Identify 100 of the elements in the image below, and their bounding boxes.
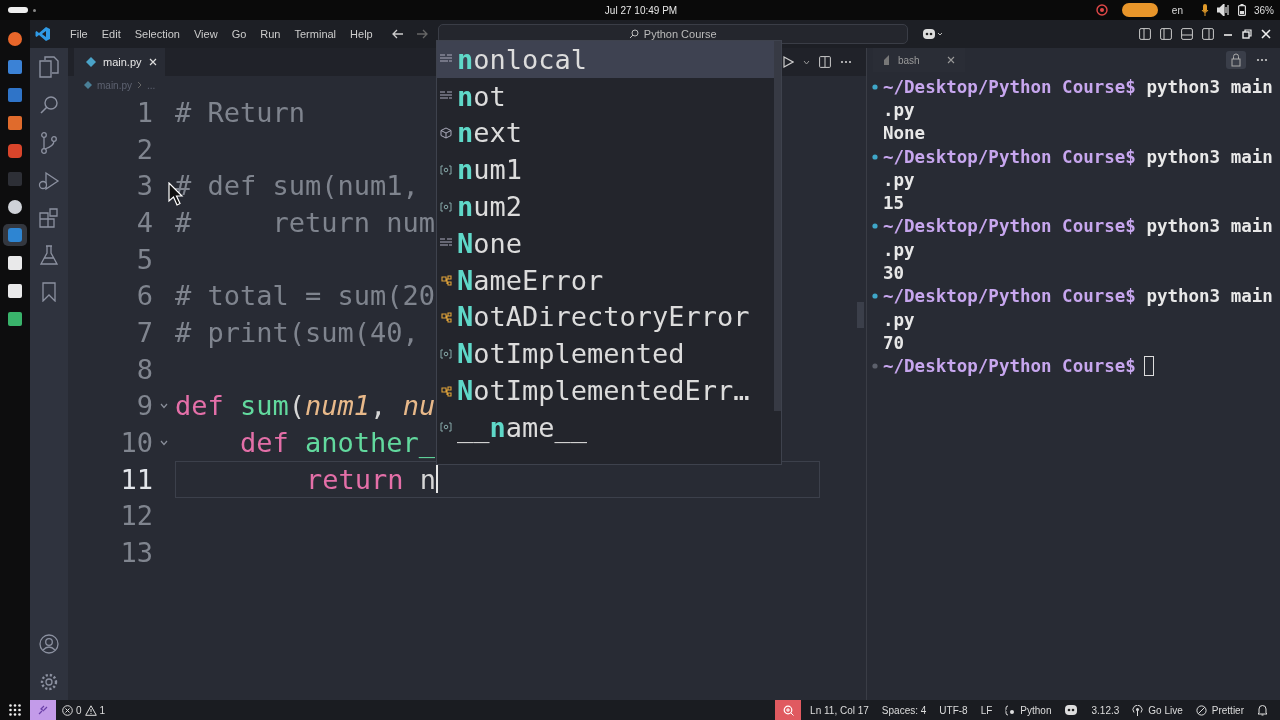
app-icon[interactable]	[7, 199, 23, 215]
microphone-icon[interactable]	[1200, 4, 1209, 16]
suggestion-item[interactable]: NotADirectoryError	[437, 298, 774, 336]
text-cursor	[436, 465, 439, 494]
code-line: # print(sum(40,	[175, 316, 419, 348]
terminal-prompt: ~/Desktop/Python Course$	[883, 286, 1136, 307]
app-icon[interactable]	[7, 311, 23, 327]
split-editor-icon[interactable]	[819, 56, 831, 68]
terminal-output: 70	[883, 332, 905, 353]
fold-chevron-icon[interactable]	[160, 439, 168, 446]
restore-icon[interactable]	[1242, 29, 1252, 39]
menu-item[interactable]: Go	[224, 28, 254, 40]
app-icon[interactable]	[7, 31, 23, 47]
fold-chevron-icon[interactable]	[160, 402, 168, 409]
copilot-icon[interactable]	[1064, 704, 1079, 716]
command-success-icon[interactable]	[872, 293, 878, 300]
terminal-output: .py	[883, 99, 915, 120]
command-success-icon[interactable]	[872, 83, 878, 90]
suggestion-item[interactable]: next	[437, 114, 774, 152]
run-icon[interactable]	[783, 56, 794, 68]
terminal-prompt: ~/Desktop/Python Course$	[883, 356, 1136, 377]
scrollbar-thumb[interactable]	[774, 41, 781, 411]
code-line: def another_	[239, 427, 436, 459]
files-icon[interactable]	[39, 56, 59, 78]
go-live-button[interactable]: Go Live	[1132, 704, 1183, 716]
line-number: 6	[135, 280, 153, 312]
status-item[interactable]: Spaces: 4	[881, 704, 927, 716]
layout-icon[interactable]	[1181, 28, 1193, 40]
variable-icon	[440, 348, 452, 359]
suggestion-item[interactable]: nonlocal	[437, 41, 774, 78]
search-icon[interactable]	[39, 95, 59, 115]
app-grid-icon[interactable]	[9, 704, 21, 716]
menu-item[interactable]: Run	[253, 28, 288, 40]
prettier-button[interactable]: Prettier	[1195, 704, 1244, 716]
line-number: 4	[135, 206, 153, 238]
more-icon[interactable]	[1256, 58, 1268, 62]
record-icon[interactable]	[1095, 4, 1108, 16]
more-icon[interactable]	[840, 60, 852, 64]
keyboard-language[interactable]: en	[1171, 4, 1183, 16]
status-item[interactable]: UTF-8	[939, 704, 968, 716]
clock[interactable]: Jul 27 10:49 PM	[604, 4, 678, 16]
source-control-icon[interactable]	[40, 132, 58, 154]
battery-icon[interactable]	[1237, 4, 1246, 16]
menu-item[interactable]: Terminal	[287, 28, 344, 40]
settings-icon[interactable]	[39, 672, 59, 692]
volume-icon[interactable]	[1216, 4, 1230, 16]
app-icon[interactable]	[7, 255, 23, 271]
suggestion-item[interactable]: NotImplemented	[437, 335, 774, 373]
menu-item[interactable]: View	[186, 28, 225, 40]
command-success-icon[interactable]	[872, 223, 878, 230]
forward-arrow-icon[interactable]	[415, 29, 428, 39]
python-file-icon	[84, 81, 92, 89]
workspace-indicator[interactable]	[8, 7, 28, 13]
status-item[interactable]: LF	[980, 704, 993, 716]
terminal-prompt: ~/Desktop/Python Course$	[883, 76, 1136, 97]
line-number: 1	[135, 96, 153, 128]
terminal-output: 30	[883, 263, 905, 283]
status-item[interactable]: 3.12.3	[1091, 704, 1120, 716]
extensions-icon[interactable]	[39, 208, 59, 228]
suggestion-item[interactable]: None	[437, 225, 774, 262]
app-icon[interactable]	[7, 115, 23, 131]
flask-icon[interactable]	[40, 245, 58, 265]
layout-icon[interactable]	[1139, 28, 1151, 40]
command-success-icon[interactable]	[872, 153, 878, 160]
back-arrow-icon[interactable]	[391, 29, 404, 39]
suggestion-item[interactable]: num1	[437, 151, 774, 189]
suggestion-item[interactable]: NameError	[437, 261, 774, 299]
terminal-icon	[883, 55, 890, 65]
suggestion-item[interactable]: num2	[437, 188, 774, 225]
suggestion-item[interactable]: not	[437, 77, 774, 115]
battery-percentage[interactable]: 36%	[1253, 4, 1274, 16]
zoom-icon	[782, 704, 794, 716]
menu-item[interactable]: File	[63, 28, 95, 40]
lock-icon[interactable]	[1226, 51, 1246, 69]
layout-icon[interactable]	[1160, 28, 1172, 40]
app-icon[interactable]	[7, 283, 23, 299]
language-button[interactable]: Python	[1005, 704, 1052, 716]
notifications-icon[interactable]	[1257, 704, 1268, 716]
code-line: return n	[305, 463, 437, 495]
remote-button[interactable]	[30, 700, 56, 720]
error-icon	[62, 704, 73, 716]
zoom-button[interactable]	[775, 700, 802, 720]
suggestion-item[interactable]: __name__	[437, 408, 774, 446]
bookmark-icon[interactable]	[42, 282, 56, 302]
chevron-down-icon[interactable]	[803, 59, 810, 65]
menu-item[interactable]: Help	[343, 28, 380, 40]
editor-tab[interactable]: main.py	[74, 48, 165, 76]
run-debug-icon[interactable]	[38, 171, 60, 191]
line-number: 9	[135, 390, 153, 422]
suggestion-item[interactable]: NotImplementedErr…	[437, 372, 774, 409]
code-line: # total = sum(20	[175, 280, 436, 312]
status-item[interactable]: Ln 11, Col 17	[810, 704, 869, 716]
workspace-dot[interactable]	[33, 8, 36, 12]
layout-icon[interactable]	[1202, 28, 1214, 40]
screen-record-indicator[interactable]	[1121, 3, 1158, 17]
menu-item[interactable]: Selection	[127, 28, 187, 40]
account-icon[interactable]	[39, 634, 59, 654]
menu-item[interactable]: Edit	[94, 28, 128, 40]
problems-button[interactable]: 0 1	[56, 700, 112, 720]
copilot-icon[interactable]	[921, 28, 944, 40]
